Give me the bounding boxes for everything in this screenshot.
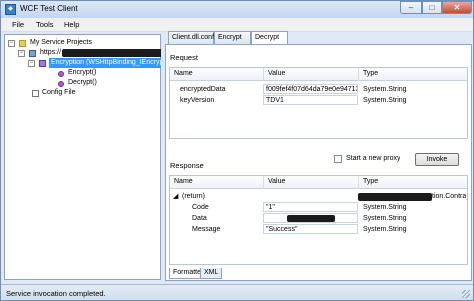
minimize-button[interactable]: –: [400, 1, 422, 14]
response-field-name: Message: [192, 226, 221, 233]
tree-config-file[interactable]: Config File: [42, 88, 75, 98]
title-bar[interactable]: ◆ WCF Test Client – □ ✕: [1, 1, 473, 18]
menu-tools[interactable]: Tools: [36, 20, 54, 29]
request-value-input[interactable]: f009fef4f07d64da79e0e94713b4: [263, 84, 358, 94]
collapse-toggle[interactable]: −: [18, 50, 25, 57]
response-field-type: System.String: [363, 226, 407, 233]
decrypt-tab-panel: Request Name Value Type encryptedData f0…: [165, 44, 472, 281]
response-field-type: System.String: [363, 204, 407, 211]
request-value-input[interactable]: TDV1: [263, 95, 358, 105]
redacted-block: [62, 49, 166, 57]
method-icon: [58, 81, 64, 87]
request-title: Request: [170, 53, 198, 62]
response-field-type: System.String: [363, 215, 407, 222]
status-bar: Service invocation completed.: [1, 284, 473, 300]
endpoint-label[interactable]: https://: [40, 48, 61, 58]
grid-header: Name Value Type: [170, 68, 467, 81]
contract-icon: [39, 60, 46, 67]
collapse-toggle[interactable]: −: [8, 40, 15, 47]
config-file-icon: [32, 90, 39, 97]
service-icon: [29, 50, 36, 57]
column-header[interactable]: Value: [268, 178, 285, 185]
grid-header: Name Value Type: [170, 176, 467, 189]
request-param-type: System.String: [363, 97, 407, 104]
menu-file[interactable]: File: [12, 20, 24, 29]
invoke-button[interactable]: Invoke: [415, 153, 459, 166]
column-header[interactable]: Type: [363, 70, 378, 77]
column-divider[interactable]: [358, 176, 359, 189]
response-title: Response: [170, 161, 204, 170]
window-title: WCF Test Client: [20, 4, 78, 13]
collapse-toggle[interactable]: −: [28, 60, 35, 67]
column-divider[interactable]: [358, 68, 359, 81]
column-header[interactable]: Value: [268, 70, 285, 77]
column-header[interactable]: Type: [363, 178, 378, 185]
binding-label[interactable]: Encryption (WSHttpBinding_IEncrypt: [49, 58, 162, 68]
request-param-name: encryptedData: [180, 86, 226, 93]
response-field-value[interactable]: "Success": [263, 224, 358, 234]
method-icon: [58, 71, 64, 77]
response-field-name: Data: [192, 215, 207, 222]
menu-bar: File Tools Help: [1, 18, 473, 32]
column-divider[interactable]: [263, 176, 264, 189]
column-divider[interactable]: [263, 68, 264, 81]
close-button[interactable]: ✕: [442, 1, 472, 14]
app-icon: ◆: [5, 4, 16, 15]
tab-decrypt[interactable]: Decrypt (1): [251, 31, 288, 52]
column-header[interactable]: Name: [174, 178, 193, 185]
app-window: ◆ WCF Test Client – □ ✕ File Tools Help …: [0, 0, 474, 301]
response-root-name: (return): [182, 193, 205, 200]
document-area: Client.dll.config Encrypt (1) Decrypt (1…: [165, 31, 472, 281]
request-param-type: System.String: [363, 86, 407, 93]
redacted-block: [358, 193, 432, 201]
folder-icon: [19, 40, 26, 47]
status-text: Service invocation completed.: [6, 289, 106, 298]
service-tree: − My Service Projects − https:// − Encry…: [4, 34, 166, 280]
column-header[interactable]: Name: [174, 70, 193, 77]
menu-help[interactable]: Help: [64, 20, 79, 29]
tree-method-encrypt[interactable]: Encrypt(): [68, 68, 96, 78]
response-field-name: Code: [192, 204, 209, 211]
response-root-type: tion.Contrac: [432, 193, 466, 200]
response-grid: Name Value Type ◢ (return) tion.Contrac …: [169, 175, 468, 265]
expand-triangle-icon[interactable]: ◢: [173, 192, 181, 202]
response-field-value[interactable]: "1": [263, 202, 358, 212]
request-grid: Name Value Type encryptedData f009fef4f0…: [169, 67, 468, 139]
tab-encrypt[interactable]: Encrypt (1): [214, 31, 251, 52]
start-new-proxy-label: Start a new proxy: [346, 155, 401, 162]
maximize-button[interactable]: □: [422, 1, 442, 14]
tab-xml[interactable]: XML: [200, 268, 223, 279]
redacted-block: [287, 215, 335, 222]
request-param-name: keyVersion: [180, 97, 215, 104]
tab-client-config[interactable]: Client.dll.config: [168, 31, 219, 44]
start-new-proxy-checkbox[interactable]: [334, 155, 342, 163]
resize-grip-icon[interactable]: [462, 290, 470, 298]
tree-root-label[interactable]: My Service Projects: [30, 38, 92, 48]
tree-method-decrypt[interactable]: Decrypt(): [68, 78, 97, 88]
